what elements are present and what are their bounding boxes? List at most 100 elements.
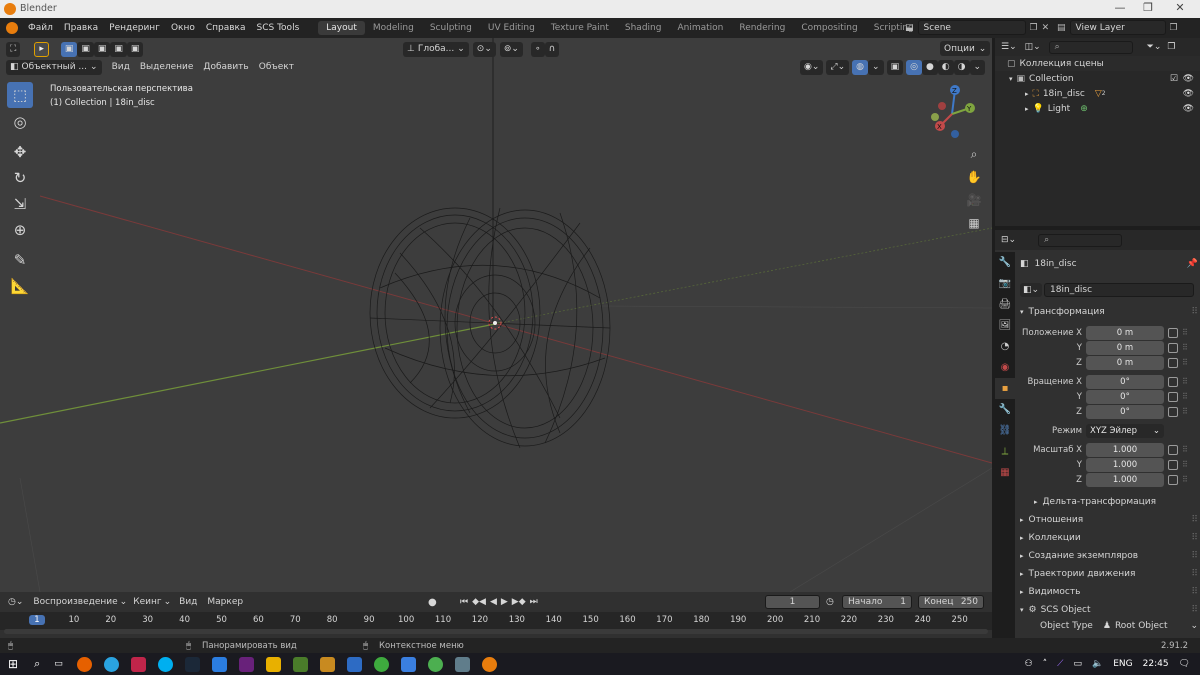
scene-tab-icon[interactable]: ◔ [995, 336, 1015, 357]
jump-end-icon[interactable]: ⏭ [530, 597, 538, 607]
tab-uv-editing[interactable]: UV Editing [480, 21, 543, 35]
grid-perspective-icon[interactable]: ▦ [964, 213, 984, 233]
skype-icon[interactable] [157, 656, 173, 672]
checkbox-icon[interactable]: ☑ [1170, 74, 1178, 84]
pivot-point-icon[interactable]: ⊙⌄ [472, 41, 496, 57]
scene-selector[interactable]: Scene [917, 20, 1026, 35]
collections-section[interactable]: ▸ Коллекции ⠿ [1020, 529, 1198, 547]
close-button[interactable]: ✕ [1168, 1, 1192, 14]
play-icon[interactable]: ▶ [501, 597, 508, 607]
app-tray-icon[interactable]: ⟋ [1057, 659, 1063, 669]
properties-search-input[interactable]: ⌕ [1038, 233, 1123, 247]
steam-icon[interactable] [184, 656, 200, 672]
expand-arrow-icon[interactable]: ▸ [1025, 90, 1029, 98]
menu-marker[interactable]: Маркер [207, 597, 243, 607]
minimize-button[interactable]: — [1108, 1, 1132, 14]
visibility-section[interactable]: ▸ Видимость ⠿ [1020, 583, 1198, 601]
wireframe-shading-icon[interactable]: ◎ [906, 59, 922, 75]
menu-view[interactable]: Вид [112, 62, 130, 72]
firefox-icon[interactable] [76, 656, 92, 672]
telegram-icon[interactable] [103, 656, 119, 672]
clock[interactable]: 22:45 [1143, 659, 1169, 669]
pin-icon[interactable]: 📌 [1187, 259, 1198, 269]
file-manager-icon[interactable] [265, 656, 281, 672]
start-frame-field[interactable]: Начало 1 [842, 595, 912, 609]
outliner-row[interactable]: ▾ ▣ Collection ☑ 👁 [995, 71, 1200, 86]
scale-x-field[interactable]: 1.000 [1086, 442, 1164, 457]
transform-section-header[interactable]: ▾ Трансформация ⠿ [1020, 303, 1198, 321]
new-scene-icon[interactable]: ❐ [1030, 23, 1038, 33]
options-dropdown[interactable]: Опции ⌄ [940, 41, 991, 56]
lock-icon[interactable] [1168, 391, 1178, 402]
current-frame-field[interactable]: 1 [765, 595, 820, 609]
camera-icon[interactable]: 🎥 [964, 190, 984, 210]
menu-render[interactable]: Рендеринг [109, 23, 160, 33]
object-tab-icon[interactable]: ▪ [995, 378, 1015, 399]
zoom-icon[interactable]: ⌕ [964, 144, 984, 164]
menu-view[interactable]: Вид [179, 597, 197, 607]
tab-rendering[interactable]: Rendering [731, 21, 793, 35]
modifier-tab-icon[interactable]: 🔧 [995, 399, 1015, 420]
tab-layout[interactable]: Layout [318, 21, 365, 35]
lock-icon[interactable] [1168, 406, 1178, 417]
material-shading-icon[interactable]: ◐ [937, 59, 954, 75]
motion-paths-section[interactable]: ▸ Траектории движения ⠿ [1020, 565, 1198, 583]
network-icon[interactable]: ▭ [1073, 659, 1082, 669]
menu-add[interactable]: Добавить [203, 62, 248, 72]
render-tab-icon[interactable]: 📷 [995, 273, 1015, 294]
outliner-editor-icon[interactable]: ☰⌄ [1001, 42, 1017, 52]
data-tab-icon[interactable]: ⟂ [995, 441, 1015, 462]
play-reverse-icon[interactable]: ◀ [490, 597, 497, 607]
visibility-icon[interactable]: ◉⌄ [800, 59, 824, 75]
select-tool-icon[interactable]: ▸ [34, 41, 49, 57]
proportional-edit-icon[interactable]: ∘ [530, 41, 545, 57]
lock-icon[interactable] [1168, 376, 1178, 387]
datablock-browse-icon[interactable]: ◧⌄ [1020, 283, 1043, 297]
scs-object-section[interactable]: ▾ ⚙ SCS Object ⠿ [1020, 601, 1198, 619]
tab-shading[interactable]: Shading [617, 21, 670, 35]
blender-taskbar-icon[interactable] [481, 656, 497, 672]
transform-orientation-dropdown[interactable]: ⊥ Глоба... ⌄ [403, 41, 469, 57]
restore-button[interactable]: ❐ [1136, 1, 1160, 14]
tab-sculpting[interactable]: Sculpting [422, 21, 480, 35]
windows-start-icon[interactable]: ⊞ [8, 657, 18, 671]
instancing-section[interactable]: ▸ Создание экземпляров ⠿ [1020, 547, 1198, 565]
mode-dropdown[interactable]: ◧ Объектный ... ⌄ [6, 59, 102, 75]
tab-compositing[interactable]: Compositing [793, 21, 865, 35]
lock-icon[interactable] [1168, 342, 1178, 353]
lock-icon[interactable] [1168, 459, 1178, 470]
relations-section[interactable]: ▸ Отношения ⠿ [1020, 511, 1198, 529]
tab-texture-paint[interactable]: Texture Paint [543, 21, 617, 35]
tray-chevron-icon[interactable]: ˄ [1043, 659, 1048, 669]
language-indicator[interactable]: ENG [1113, 659, 1132, 669]
menu-window[interactable]: Окно [171, 23, 195, 33]
menu-help[interactable]: Справка [206, 23, 246, 33]
overlays-dropdown-icon[interactable]: ⌄ [868, 59, 884, 75]
app-icon[interactable] [400, 656, 416, 672]
lock-icon[interactable] [1168, 357, 1178, 368]
eye-icon[interactable]: 👁 [1183, 89, 1194, 99]
prev-keyframe-icon[interactable]: ◆◀ [472, 597, 486, 607]
timeline-ruler[interactable]: 1 10 20 30 40 50 60 70 80 90 100 110 120 130 140 150 160… [0, 612, 992, 630]
filter-icon[interactable]: ⏷⌄ [1147, 42, 1162, 52]
visual-studio-icon[interactable] [238, 656, 254, 672]
menu-edit[interactable]: Правка [64, 23, 98, 33]
object-name-field[interactable]: 18in_disc [1044, 283, 1195, 297]
next-keyframe-icon[interactable]: ▶◆ [512, 597, 526, 607]
lock-icon[interactable] [1168, 474, 1178, 485]
eye-icon[interactable]: 👁 [1183, 104, 1194, 114]
scale-tool-icon[interactable]: ⇲ [7, 191, 33, 217]
menu-file[interactable]: Файл [28, 23, 53, 33]
world-tab-icon[interactable]: ◉ [995, 357, 1015, 378]
app-icon[interactable] [454, 656, 470, 672]
menu-keying[interactable]: Кеинг [133, 597, 161, 607]
annotate-tool-icon[interactable]: ✎ [7, 247, 33, 273]
expand-arrow-icon[interactable]: ▾ [1009, 75, 1013, 83]
move-tool-icon[interactable]: ✥ [7, 139, 33, 165]
pan-hand-icon[interactable]: ✋ [964, 167, 984, 187]
lock-icon[interactable] [1168, 444, 1178, 455]
scale-z-field[interactable]: 1.000 [1086, 472, 1164, 487]
transform-tool-icon[interactable]: ⊕ [7, 217, 33, 243]
tab-animation[interactable]: Animation [669, 21, 731, 35]
output-tab-icon[interactable]: 🖨 [995, 294, 1015, 315]
